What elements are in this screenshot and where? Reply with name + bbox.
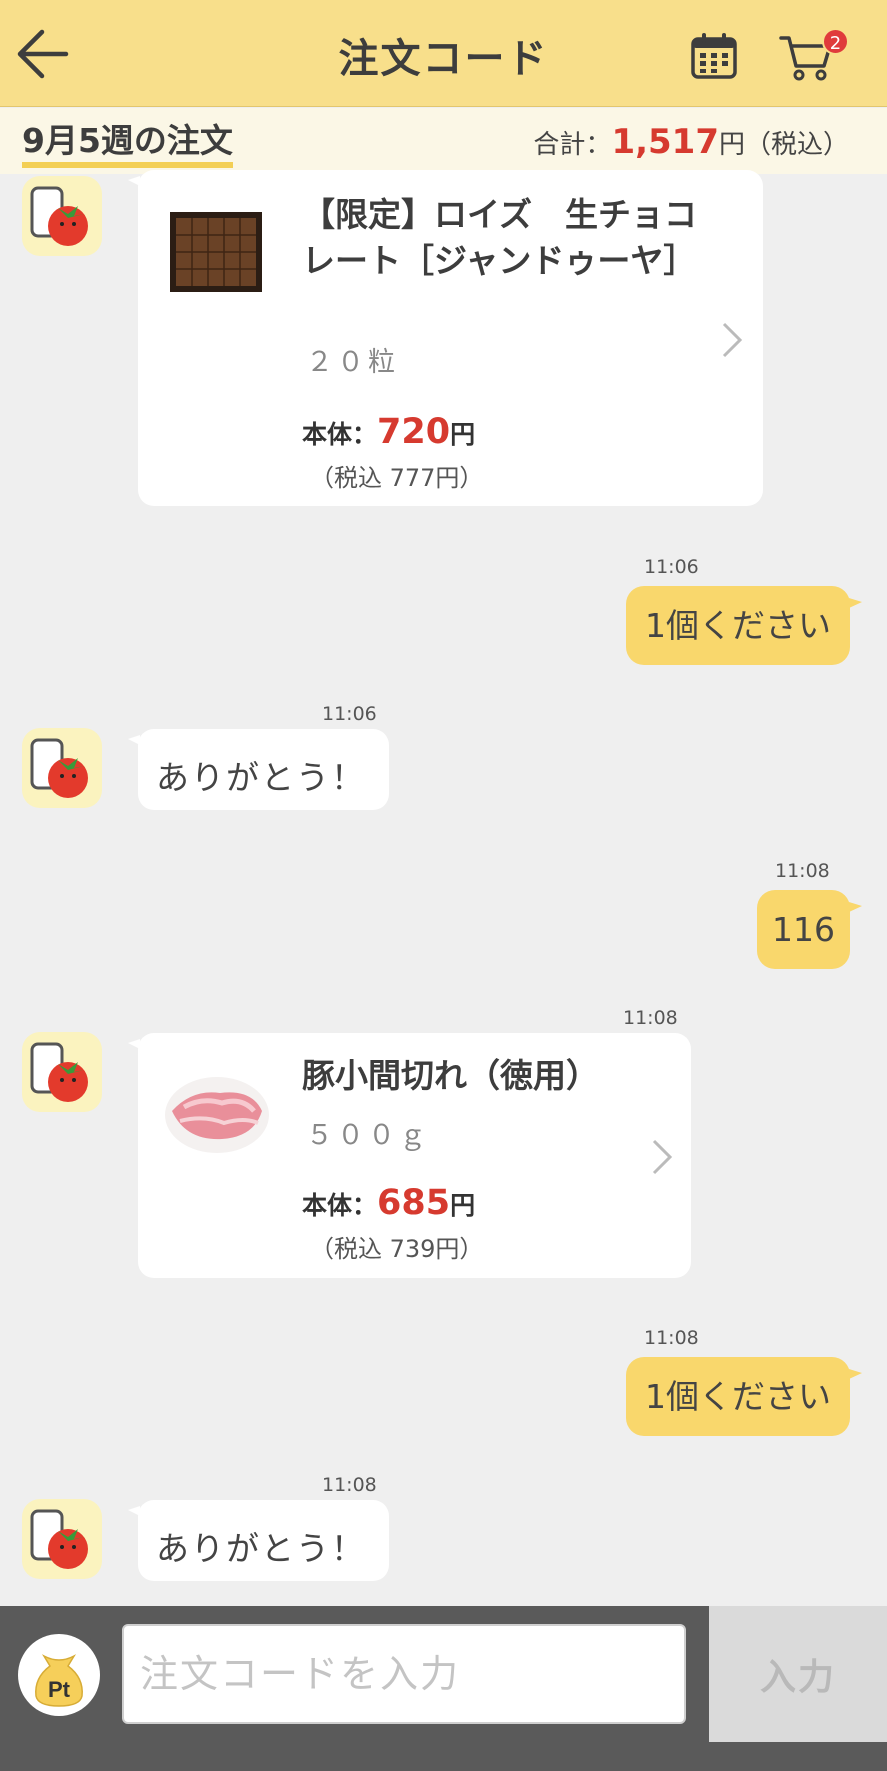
- price-label: 本体：: [302, 1191, 378, 1220]
- message-time: 11:08: [775, 860, 830, 882]
- order-code-input[interactable]: [122, 1624, 686, 1724]
- product-price: 本体：685円: [302, 1183, 475, 1223]
- price-value: 720: [377, 412, 451, 452]
- product-name: 【限定】ロイズ 生チョコレート［ジャンドゥーヤ］: [302, 195, 698, 280]
- message-time: 11:08: [322, 1474, 377, 1496]
- submit-button[interactable]: 入力: [709, 1606, 887, 1742]
- bot-message: ありがとう！: [128, 729, 389, 810]
- message-time: 11:06: [322, 703, 377, 725]
- price-label: 本体：: [302, 420, 378, 449]
- bot-avatar: [22, 1499, 102, 1579]
- week-label: 9月5週の注文: [22, 122, 233, 168]
- chevron-right-icon: [652, 1139, 673, 1175]
- chocolate-image: [168, 210, 264, 298]
- tax-price: （税込 777円）: [310, 464, 484, 492]
- bot-avatar: [22, 1032, 102, 1112]
- product-name: 豚小間切れ（徳用）: [302, 1056, 599, 1095]
- message-time: 11:08: [623, 1007, 678, 1029]
- price-unit: 円: [450, 420, 476, 449]
- tomato-phone-icon: [30, 738, 88, 798]
- app-header: 注文コード 2: [0, 0, 887, 107]
- message-time: 11:08: [644, 1327, 699, 1349]
- total-prefix: 合計：: [533, 130, 612, 160]
- calendar-icon[interactable]: [689, 30, 739, 82]
- bot-message-text: ありがとう！: [156, 1529, 366, 1568]
- chevron-right-icon: [722, 322, 743, 358]
- total-suffix: 円（税込）: [718, 130, 849, 160]
- user-message: 116: [757, 890, 862, 969]
- points-label: Pt: [48, 1677, 71, 1702]
- product-size: ２０粒: [306, 347, 399, 378]
- points-button[interactable]: Pt: [18, 1634, 100, 1716]
- product-price: 本体：720円: [302, 412, 475, 452]
- cart-count-badge: 2: [822, 28, 849, 55]
- price-unit: 円: [450, 1191, 476, 1220]
- user-message: 1個ください: [626, 1357, 862, 1436]
- bot-avatar: [22, 728, 102, 808]
- order-summary-bar: 9月5週の注文 合計：1,517円（税込）: [0, 108, 887, 174]
- order-total: 合計：1,517円（税込）: [533, 122, 849, 162]
- tax-price: （税込 739円）: [310, 1235, 484, 1263]
- bot-message-text: ありがとう！: [156, 758, 366, 797]
- pork-image: [162, 1071, 272, 1161]
- product-card-pork[interactable]: 豚小間切れ（徳用） ５００ｇ 本体：685円 （税込 739円）: [128, 1033, 691, 1278]
- tomato-phone-icon: [30, 186, 88, 246]
- back-arrow-icon[interactable]: [14, 26, 72, 82]
- user-message: 1個ください: [626, 586, 862, 665]
- product-size: ５００ｇ: [306, 1120, 430, 1151]
- total-amount: 1,517: [611, 122, 719, 162]
- message-time: 11:06: [644, 556, 699, 578]
- tomato-phone-icon: [30, 1042, 88, 1102]
- bot-message: ありがとう！: [128, 1500, 389, 1581]
- tomato-phone-icon: [30, 1509, 88, 1569]
- bot-avatar: [22, 176, 102, 256]
- page-title: 注文コード: [338, 36, 549, 82]
- points-bag-icon: Pt: [35, 1654, 83, 1707]
- product-card-chocolate[interactable]: 【限定】ロイズ 生チョコレート［ジャンドゥーヤ］ ２０粒 本体：720円 （税込…: [128, 170, 763, 506]
- price-value: 685: [377, 1183, 451, 1223]
- input-bar: Pt 入力: [0, 1606, 887, 1771]
